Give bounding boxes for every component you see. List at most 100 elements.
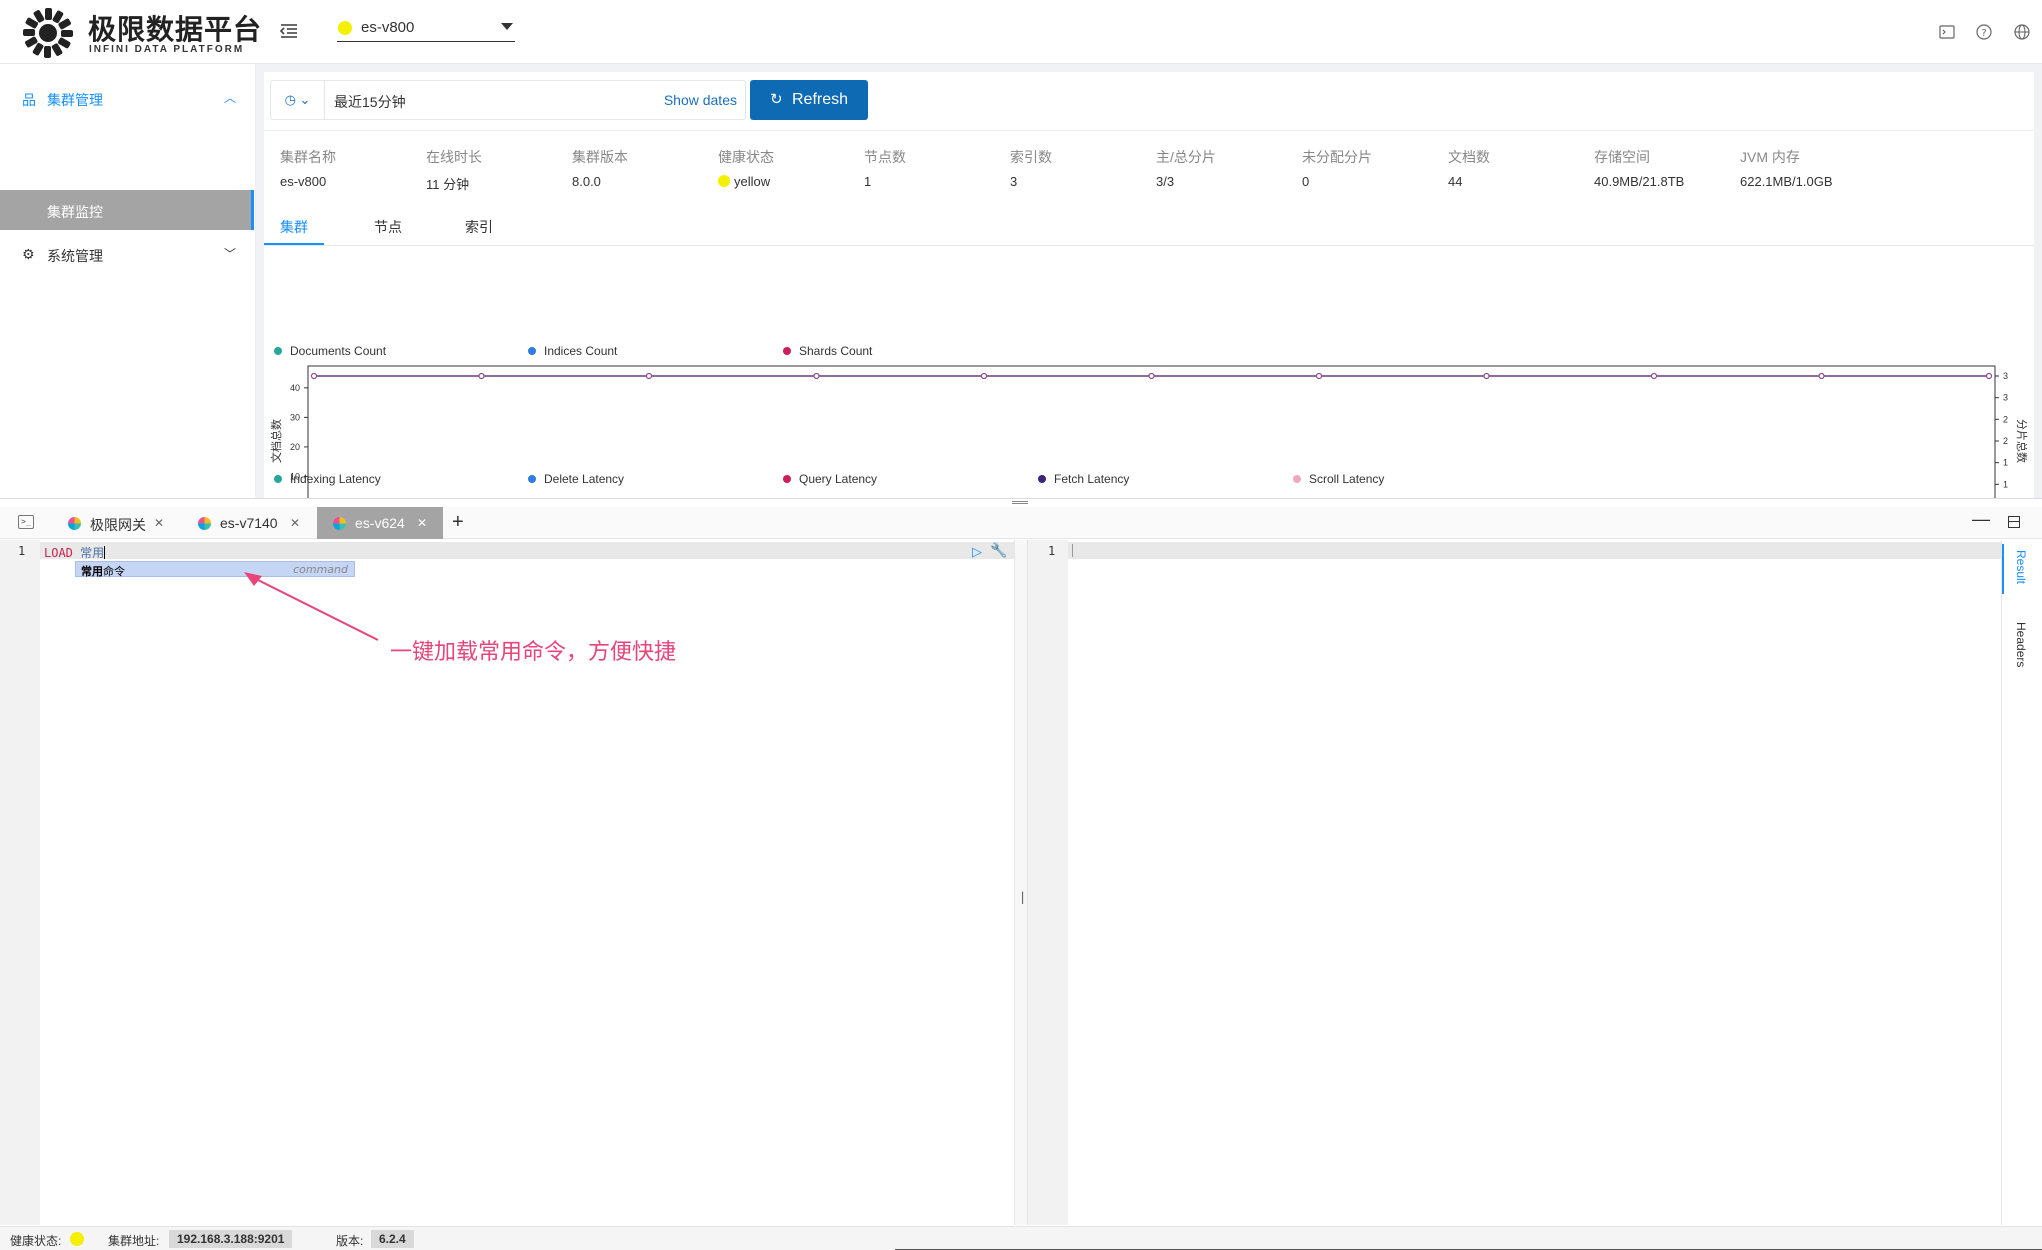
stat-version: 集群版本 8.0.0 (572, 147, 712, 189)
cluster-selector[interactable]: es-v800 (337, 14, 515, 42)
legend-label: Indexing Latency (290, 472, 381, 486)
menu-collapse-icon[interactable] (278, 20, 300, 42)
elasticsearch-icon (333, 517, 346, 530)
stat-value: yellow (718, 174, 858, 189)
legend-label: Scroll Latency (1309, 472, 1385, 486)
chevron-down-icon: ﹀ (223, 247, 236, 261)
tab-cluster[interactable]: 集群 (280, 217, 308, 237)
language-globe-icon[interactable] (2012, 22, 2032, 42)
series-point-shards-count (1650, 372, 1658, 380)
refresh-button-label: Refresh (792, 91, 849, 108)
stat-value: 40.9MB/21.8TB (1594, 174, 1685, 189)
maximize-icon[interactable] (2008, 516, 2020, 528)
health-yellow-dot (718, 175, 730, 187)
time-range-picker[interactable]: ◷ ⌄ 最近15分钟 Show dates (270, 80, 746, 120)
series-point-shards-count (813, 372, 820, 380)
play-icon[interactable]: ▷ (972, 544, 982, 560)
y-right-tick-label: 3 (2003, 371, 2008, 381)
cluster-chart: Documents Count Indices Count Shards Cou… (264, 256, 2034, 525)
annotation-callout: 一键加载常用命令，方便快捷 (390, 640, 677, 665)
legend-scroll-latency[interactable]: Scroll Latency (1293, 472, 1384, 486)
show-dates-link[interactable]: Show dates (664, 92, 737, 108)
console-tab-label: 极限网关 (90, 517, 146, 533)
console-resize-handle[interactable] (1012, 501, 1028, 504)
legend-label: Fetch Latency (1054, 472, 1130, 486)
y-axis-label: 文档总数 (269, 419, 283, 463)
y-right-axis-label: 分片总数 (2015, 419, 2029, 463)
y-tick-label: 30 (290, 412, 300, 422)
wrench-icon[interactable]: 🔧 (990, 542, 1007, 559)
line-number: 1 (1048, 544, 1056, 558)
health-status-dot (70, 1232, 84, 1246)
series-point-shards-count (1483, 372, 1490, 380)
sidebar-item-label: 集群管理 (47, 92, 103, 108)
active-side-tab-indicator (2002, 544, 2004, 594)
clock-icon[interactable]: ◷ ⌄ (271, 81, 325, 119)
suggestion-rest: 命令 (103, 565, 125, 578)
stat-value: 44 (1448, 174, 1463, 189)
sidebar-item-label: 集群监控 (47, 204, 103, 220)
address-label: 集群地址: (108, 1234, 160, 1248)
sidebar-item-cluster-management[interactable]: 品 集群管理 ︿ (0, 78, 256, 118)
latency-legend: Indexing Latency Delete Latency Query La… (264, 466, 2034, 498)
active-tab-indicator (264, 243, 324, 245)
elasticsearch-icon (198, 517, 211, 530)
active-line-highlight (40, 542, 1014, 559)
series-point-shards-count (980, 372, 988, 380)
response-viewer[interactable]: 1 (1028, 540, 2001, 1225)
stat-storage: 存储空间 40.9MB/21.8TB (1594, 147, 1734, 189)
legend-fetch-latency[interactable]: Fetch Latency (1038, 472, 1129, 486)
code-keyword: LOAD (44, 546, 73, 560)
sidebar-item-label: 系统管理 (47, 248, 103, 264)
y-right-tick-label: 2 (2003, 436, 2008, 446)
legend-query-latency[interactable]: Query Latency (783, 472, 877, 486)
stat-health: 健康状态 yellow (718, 147, 858, 189)
tab-indices[interactable]: 索引 (465, 217, 493, 237)
health-text: yellow (734, 174, 771, 189)
elasticsearch-icon (68, 517, 81, 530)
legend-dot (274, 475, 282, 483)
sidebar-item-cluster-monitor[interactable]: 集群监控 (0, 190, 254, 230)
add-tab-icon[interactable]: + (452, 511, 464, 534)
close-icon[interactable]: ✕ (154, 516, 164, 530)
editor-splitter[interactable]: || (1014, 540, 1033, 1225)
version-label: 版本: (336, 1234, 364, 1248)
stat-key: 文档数 (1448, 149, 1490, 165)
suggestion-match: 常用 (81, 565, 103, 578)
code-argument: 常用 (80, 546, 105, 560)
caret-down-icon (501, 23, 513, 30)
stat-jvm-memory: JVM 内存 622.1MB/1.0GB (1740, 147, 1880, 189)
tab-nodes[interactable]: 节点 (374, 217, 402, 237)
text-caret (104, 546, 106, 559)
tab-headers[interactable]: Headers (2014, 622, 2028, 667)
stat-node-count: 节点数 1 (864, 147, 1004, 189)
series-point-shards-count (645, 372, 653, 380)
stat-value: 1 (864, 174, 872, 189)
stat-value: 3 (1010, 174, 1018, 189)
suggestion-label: 常用命令 (81, 563, 125, 579)
stat-key: 主/总分片 (1156, 149, 1216, 165)
cluster-version: 6.2.4 (371, 1230, 414, 1248)
cluster-stats: 集群名称 es-v800 在线时长 11 分钟 集群版本 8.0.0 健康状态 … (264, 130, 2034, 200)
stat-doc-count: 文档数 44 (1448, 147, 1588, 189)
code-line[interactable]: LOAD 常用 (44, 544, 106, 561)
stat-value: 8.0.0 (572, 174, 601, 189)
main-content: ◷ ⌄ 最近15分钟 Show dates ↻ Refresh 集群名称 es-… (264, 72, 2034, 525)
sidebar-item-system-management[interactable]: ⚙ 系统管理 ﹀ (0, 234, 256, 274)
time-range-value[interactable]: 最近15分钟 (334, 92, 406, 112)
console-icon[interactable] (1937, 22, 1957, 42)
terminal-icon[interactable]: >_ (18, 515, 34, 529)
console-tab-gateway[interactable]: 极限网关 ✕ (52, 507, 176, 539)
console-tab-es-v7140[interactable]: es-v7140 ✕ (180, 507, 310, 539)
close-icon[interactable]: ✕ (290, 516, 300, 530)
help-icon[interactable]: ? (1974, 22, 1994, 42)
close-icon[interactable]: ✕ (417, 516, 427, 530)
tab-result[interactable]: Result (2014, 550, 2028, 584)
stat-shards: 主/总分片 3/3 (1156, 147, 1296, 189)
cluster-address: 192.168.3.188:9201 (169, 1230, 293, 1248)
minimize-icon[interactable]: — (1972, 509, 1990, 530)
legend-indexing-latency[interactable]: Indexing Latency (274, 472, 381, 486)
refresh-button[interactable]: ↻ Refresh (750, 80, 868, 120)
legend-delete-latency[interactable]: Delete Latency (528, 472, 624, 486)
console-tab-es-v624[interactable]: es-v624 ✕ (317, 507, 443, 539)
